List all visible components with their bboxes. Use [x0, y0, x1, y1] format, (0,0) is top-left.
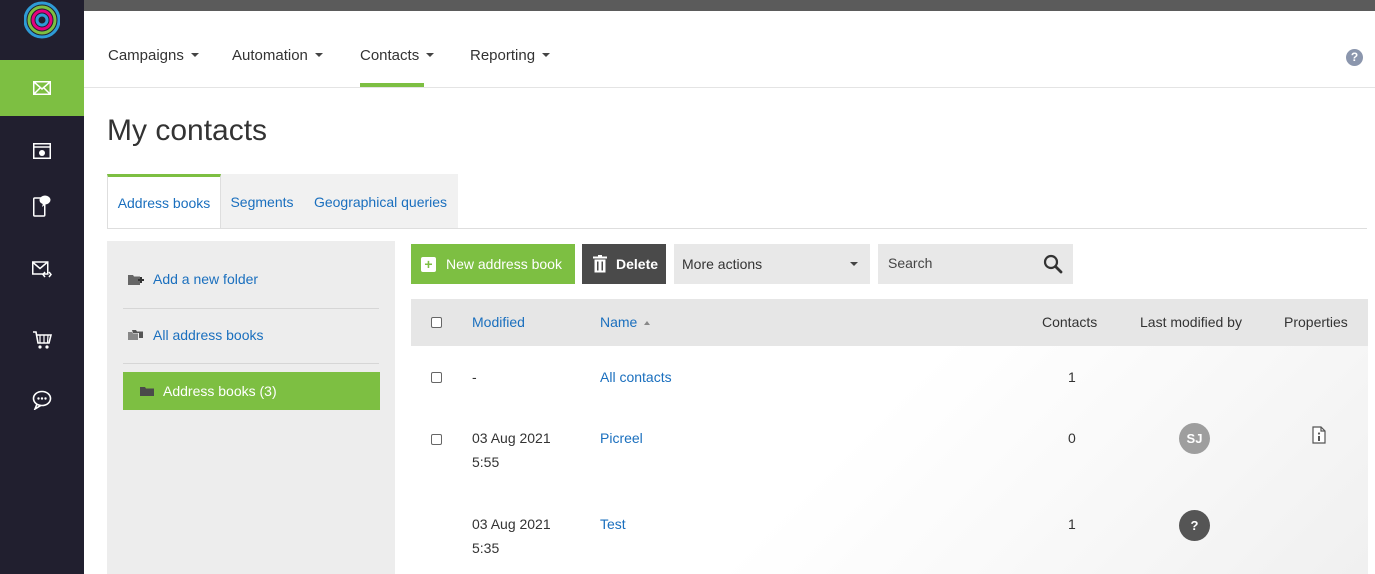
chevron-down-icon: [542, 53, 551, 57]
row-contacts-count: 0: [1068, 430, 1076, 446]
folder-panel: Add a new folder All address books Addre…: [107, 241, 395, 574]
main-nav: Campaigns Automation Contacts Reporting …: [84, 11, 1375, 88]
row-name-link[interactable]: Test: [600, 513, 626, 536]
nav-item-campaigns[interactable]: Campaigns: [108, 47, 199, 64]
properties-info-icon[interactable]: [1312, 426, 1326, 444]
new-address-book-button[interactable]: + New address book: [411, 244, 575, 284]
chat-icon: [32, 390, 52, 410]
column-header-contacts: Contacts: [1042, 314, 1098, 330]
column-header-modified[interactable]: Modified: [472, 314, 525, 330]
ecommerce-cart-icon: [33, 331, 52, 349]
row-modified: -: [472, 369, 477, 385]
tab-segments[interactable]: Segments: [221, 174, 303, 229]
tab-label: Geographical queries: [313, 193, 448, 210]
row-modified-date: 03 Aug 2021: [472, 516, 551, 532]
all-address-books-label: All address books: [153, 327, 264, 343]
chevron-down-icon: [426, 53, 435, 57]
nav-item-label: Automation: [232, 47, 308, 64]
more-actions-dropdown[interactable]: More actions: [674, 244, 870, 284]
add-folder-icon: [128, 274, 144, 285]
tab-label: Segments: [230, 193, 294, 210]
avatar: ?: [1179, 510, 1210, 541]
select-all-checkbox[interactable]: [431, 317, 442, 328]
nav-item-automation[interactable]: Automation: [232, 47, 323, 64]
row-checkbox[interactable]: [431, 372, 442, 383]
folder-icon: [140, 387, 154, 396]
trash-icon: [593, 255, 607, 273]
tab-geographical-queries[interactable]: Geographical queries: [303, 174, 458, 229]
nav-item-label: Campaigns: [108, 47, 184, 64]
folder-divider: [123, 308, 379, 309]
folder-address-books-active[interactable]: Address books (3): [123, 372, 380, 410]
avatar: SJ: [1179, 423, 1210, 454]
row-name-link[interactable]: Picreel: [600, 427, 643, 450]
search-input[interactable]: [888, 255, 1028, 271]
row-name-link[interactable]: All contacts: [600, 366, 672, 389]
nav-item-label: Contacts: [360, 47, 420, 64]
column-header-name[interactable]: Name: [600, 314, 651, 330]
nav-item-reporting[interactable]: Reporting: [470, 47, 551, 64]
sidebar-item-transactional[interactable]: [0, 242, 84, 298]
tab-address-books[interactable]: Address books: [107, 174, 221, 229]
column-header-properties: Properties: [1284, 314, 1348, 330]
row-contacts-count: 1: [1068, 369, 1076, 385]
page-title: My contacts: [107, 114, 268, 147]
table-header: Modified Name Contacts Last modified by …: [411, 299, 1368, 346]
all-address-books-link[interactable]: All address books: [127, 327, 264, 343]
row-checkbox[interactable]: [431, 434, 442, 445]
landing-page-icon: [33, 143, 51, 159]
row-contacts-count: 1: [1068, 516, 1076, 532]
search-icon[interactable]: [1043, 254, 1063, 274]
chevron-down-icon: [850, 262, 858, 266]
search-box: [878, 244, 1073, 284]
tabs-divider: [107, 228, 1367, 229]
chevron-down-icon: [314, 53, 323, 57]
sidebar-item-email[interactable]: [0, 60, 84, 116]
nav-item-contacts[interactable]: Contacts: [360, 47, 435, 64]
mail-icon: [33, 81, 51, 95]
delete-label: Delete: [616, 256, 659, 272]
column-header-last-modified-by: Last modified by: [1140, 314, 1242, 330]
app-sidebar: [0, 0, 84, 574]
nav-active-indicator: [360, 83, 424, 87]
row-modified-date: 03 Aug 2021: [472, 430, 551, 446]
row-modified-time: 5:55: [472, 454, 500, 470]
transactional-mail-icon: [32, 261, 52, 278]
add-folder-link[interactable]: Add a new folder: [127, 271, 258, 287]
tab-label: Address books: [117, 195, 211, 211]
more-actions-label: More actions: [682, 256, 763, 272]
sidebar-item-sms[interactable]: [0, 178, 84, 234]
folder-divider: [123, 363, 379, 364]
chevron-down-icon: [190, 53, 199, 57]
add-folder-label: Add a new folder: [153, 271, 259, 287]
mobile-sms-icon: [33, 195, 51, 217]
plus-icon: +: [421, 256, 436, 272]
sidebar-item-chat[interactable]: [0, 372, 84, 428]
app-logo-icon[interactable]: [23, 0, 61, 46]
folders-icon: [128, 329, 143, 340]
row-modified-time: 5:35: [472, 540, 500, 556]
column-header-name-label: Name: [600, 314, 638, 330]
sidebar-item-ecommerce[interactable]: [0, 312, 84, 368]
help-icon[interactable]: ?: [1346, 49, 1363, 66]
top-header-strip: [84, 0, 1375, 11]
new-address-book-label: New address book: [446, 256, 562, 272]
delete-button[interactable]: Delete: [582, 244, 666, 284]
sort-ascending-icon: [644, 321, 651, 325]
nav-item-label: Reporting: [470, 47, 536, 64]
table-body: - All contacts 1 03 Aug 2021 5:55 Picree…: [411, 346, 1368, 574]
active-folder-label: Address books (3): [163, 383, 277, 399]
sidebar-item-landing-pages[interactable]: [0, 123, 84, 179]
